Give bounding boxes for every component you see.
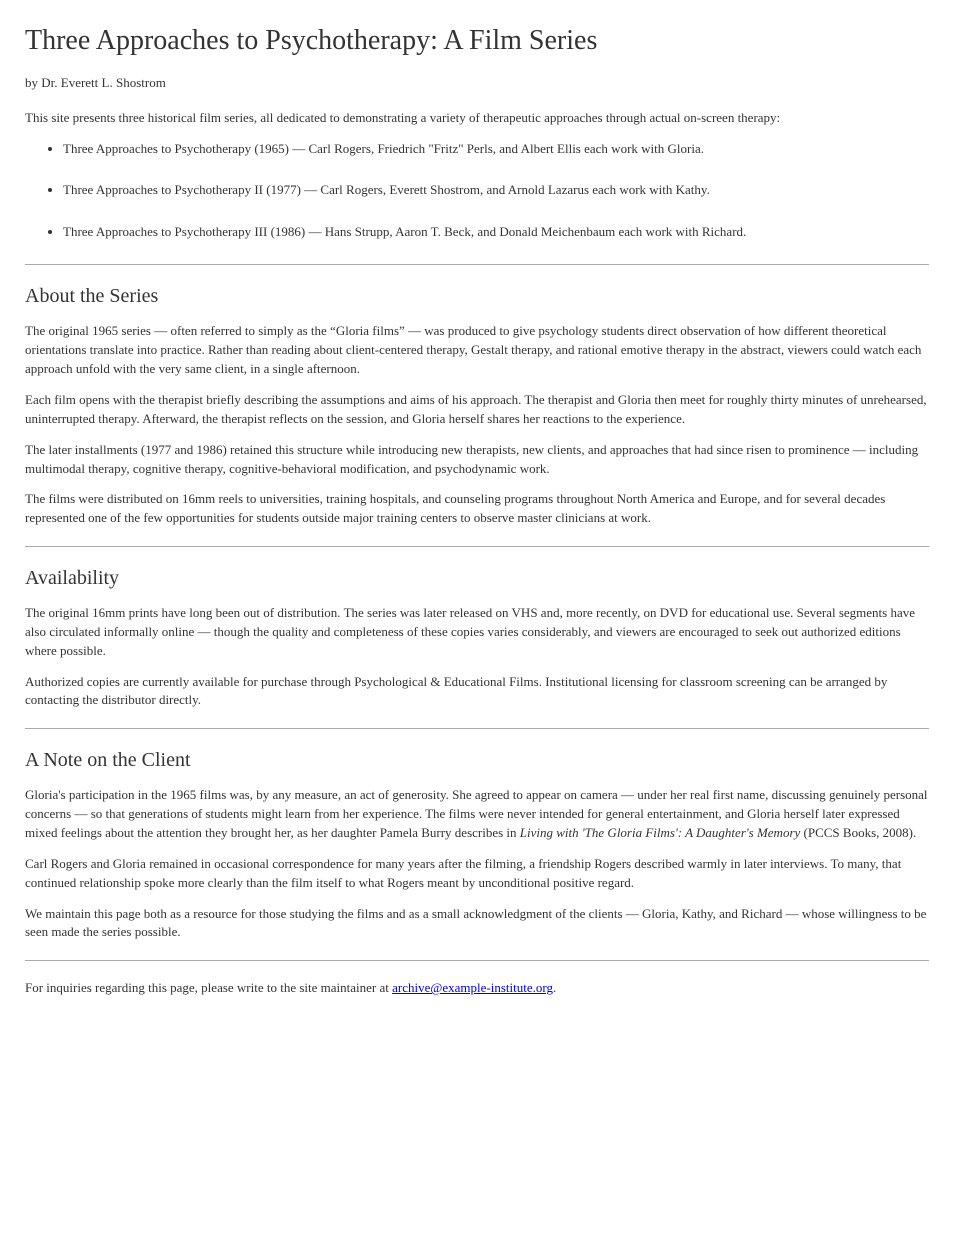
list-item: Three Approaches to Psychotherapy III (1… (63, 223, 929, 241)
page-title: Three Approaches to Psychotherapy: A Fil… (25, 25, 929, 57)
section-heading-availability: Availability (25, 567, 929, 590)
paragraph: Gloria's participation in the 1965 films… (25, 786, 929, 843)
contact-email-link[interactable]: archive@example-institute.org (392, 980, 553, 995)
divider (25, 264, 929, 265)
footer-text: For inquiries regarding this page, pleas… (25, 980, 392, 995)
section-heading-about: About the Series (25, 285, 929, 308)
paragraph: Carl Rogers and Gloria remained in occas… (25, 855, 929, 893)
author-line: by Dr. Everett L. Shostrom (25, 75, 929, 91)
section-heading-client-note: A Note on the Client (25, 749, 929, 772)
list-item: Three Approaches to Psychotherapy II (19… (63, 181, 929, 199)
paragraph: We maintain this page both as a resource… (25, 905, 929, 943)
list-item: Three Approaches to Psychotherapy (1965)… (63, 140, 929, 158)
paragraph: The original 1965 series — often referre… (25, 322, 929, 379)
divider (25, 960, 929, 961)
series-list: Three Approaches to Psychotherapy (1965)… (25, 140, 929, 241)
paragraph: Authorized copies are currently availabl… (25, 673, 929, 711)
paragraph: The films were distributed on 16mm reels… (25, 490, 929, 528)
book-title-emphasis: Living with 'The Gloria Films': A Daught… (520, 825, 801, 840)
divider (25, 728, 929, 729)
footer-contact: For inquiries regarding this page, pleas… (25, 979, 929, 998)
intro-paragraph: This site presents three historical film… (25, 109, 929, 128)
divider (25, 546, 929, 547)
footer-suffix: . (553, 980, 556, 995)
paragraph: Each film opens with the therapist brief… (25, 391, 929, 429)
paragraph: The original 16mm prints have long been … (25, 604, 929, 661)
text-fragment: (PCCS Books, 2008). (800, 825, 916, 840)
paragraph: The later installments (1977 and 1986) r… (25, 441, 929, 479)
